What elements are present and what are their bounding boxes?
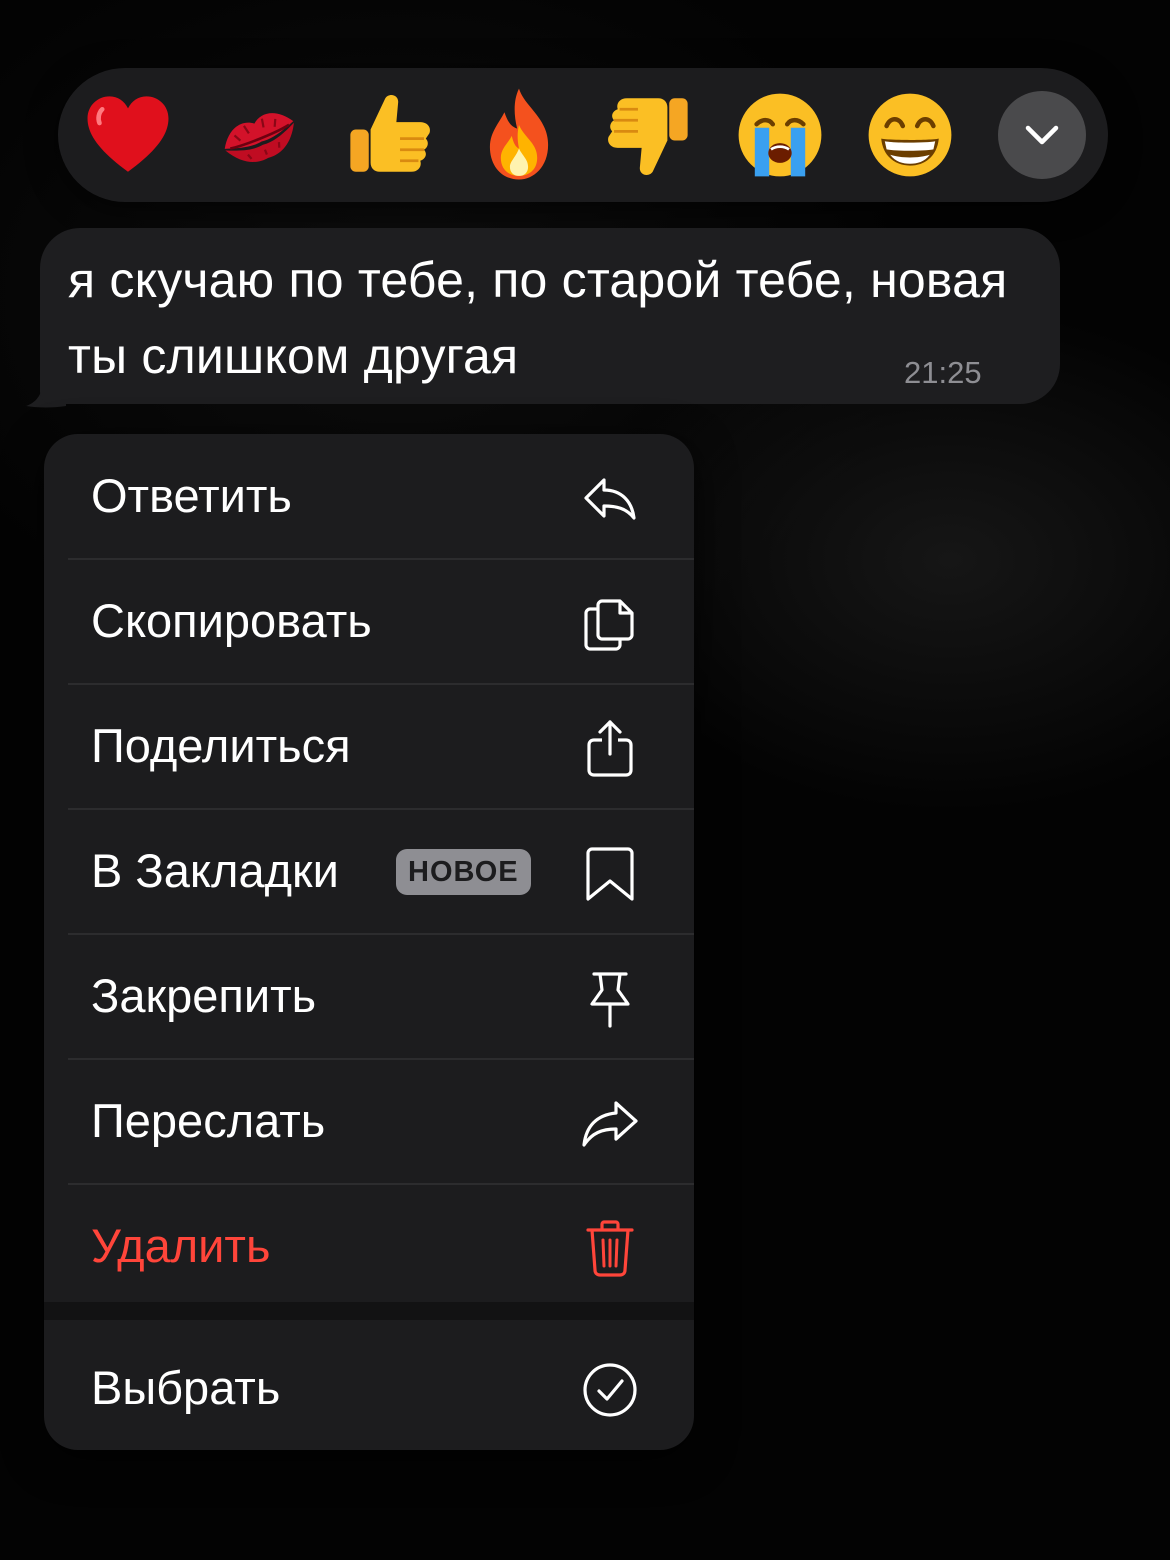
menu-item-label: Переслать bbox=[91, 1094, 326, 1147]
menu-item-forward[interactable]: Переслать bbox=[44, 1059, 694, 1183]
menu-item-label: Закрепить bbox=[91, 969, 317, 1022]
menu-item-label: Поделиться bbox=[91, 719, 351, 772]
loudly-crying-icon bbox=[738, 93, 822, 177]
menu-item-label: Ответить bbox=[91, 469, 292, 522]
menu-item-copy[interactable]: Скопировать bbox=[44, 559, 694, 683]
menu-item-reply[interactable]: Ответить bbox=[44, 434, 694, 558]
menu-item-share[interactable]: Поделиться bbox=[44, 684, 694, 808]
menu-item-bookmark[interactable]: В Закладки НОВОЕ bbox=[44, 809, 694, 933]
beaming-face-icon bbox=[868, 93, 952, 177]
reaction-heart[interactable] bbox=[73, 68, 183, 202]
reaction-beaming-face[interactable] bbox=[855, 68, 965, 202]
reaction-fire[interactable] bbox=[464, 68, 574, 202]
reaction-loudly-crying[interactable] bbox=[725, 68, 835, 202]
forward-icon bbox=[582, 1101, 638, 1147]
menu-item-label: Скопировать bbox=[91, 594, 372, 647]
expand-reactions-button[interactable] bbox=[998, 91, 1086, 179]
trash-icon bbox=[586, 1220, 634, 1277]
share-icon bbox=[587, 720, 633, 777]
new-badge: НОВОЕ bbox=[396, 849, 531, 895]
context-menu: Ответить Скопировать Поделиться В Заклад… bbox=[44, 434, 694, 1450]
menu-item-label: В Закладки bbox=[91, 844, 339, 897]
copy-icon bbox=[584, 599, 634, 651]
message-text: я скучаю по тебе, по старой тебе, новая … bbox=[68, 252, 1008, 384]
fire-icon bbox=[489, 88, 549, 180]
checkmark-circle-icon bbox=[583, 1363, 637, 1417]
bookmark-icon bbox=[586, 847, 634, 901]
reply-icon bbox=[584, 478, 636, 520]
kiss-mark-icon bbox=[224, 113, 294, 162]
pin-icon bbox=[590, 972, 630, 1028]
reaction-thumbs-up[interactable] bbox=[334, 68, 444, 202]
thumbs-down-icon bbox=[608, 98, 688, 176]
message-time: 21:25 bbox=[904, 355, 982, 390]
menu-item-select[interactable]: Выбрать bbox=[44, 1326, 694, 1450]
reaction-bar bbox=[58, 68, 1108, 202]
menu-item-pin[interactable]: Закрепить bbox=[44, 934, 694, 1058]
thumbs-up-icon bbox=[350, 94, 430, 172]
menu-section-separator bbox=[44, 1302, 694, 1320]
reaction-kiss-mark[interactable] bbox=[204, 68, 314, 202]
reaction-thumbs-down[interactable] bbox=[594, 68, 704, 202]
menu-item-label: Выбрать bbox=[91, 1361, 281, 1414]
heart-icon bbox=[87, 96, 169, 172]
chevron-down-icon bbox=[1025, 125, 1059, 145]
menu-item-label: Удалить bbox=[91, 1219, 271, 1272]
menu-item-delete[interactable]: Удалить bbox=[44, 1184, 694, 1308]
